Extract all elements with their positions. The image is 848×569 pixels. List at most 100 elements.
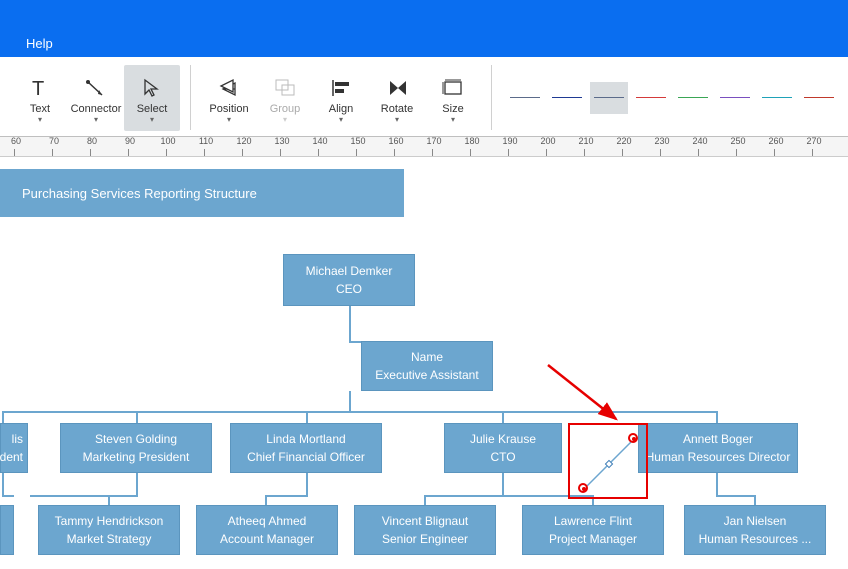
- connector-line[interactable]: [2, 411, 4, 423]
- node-name: Steven Golding: [95, 430, 177, 448]
- annotation-arrow: [540, 357, 640, 437]
- node-role: Senior Engineer: [382, 530, 468, 548]
- connector-line[interactable]: [306, 411, 308, 423]
- menu-help[interactable]: Help: [26, 36, 53, 51]
- connector-line[interactable]: [424, 495, 426, 505]
- diagram-canvas[interactable]: Purchasing Services Reporting Structure …: [0, 157, 848, 569]
- select-tool[interactable]: Select ▾: [124, 65, 180, 131]
- node-name: Lawrence Flint: [554, 512, 632, 530]
- node-role: Account Manager: [220, 530, 314, 548]
- node-name: lis: [12, 430, 23, 448]
- line-style-swatch[interactable]: [506, 82, 544, 114]
- connector-line[interactable]: [716, 495, 756, 497]
- org-node-cfo[interactable]: Linda Mortland Chief Financial Officer: [230, 423, 382, 473]
- align-icon: [329, 73, 353, 103]
- org-node-ea[interactable]: Name Executive Assistant: [361, 341, 493, 391]
- node-name: Annett Boger: [683, 430, 753, 448]
- group-icon: [273, 73, 297, 103]
- node-role: Executive Assistant: [375, 366, 478, 384]
- chevron-down-icon: ▾: [283, 117, 287, 123]
- size-tool[interactable]: Size ▾: [425, 65, 481, 131]
- position-icon: [217, 73, 241, 103]
- node-role: Market Strategy: [67, 530, 152, 548]
- org-node-market-strategy[interactable]: Tammy Hendrickson Market Strategy: [38, 505, 180, 555]
- chevron-down-icon: ▾: [150, 117, 154, 123]
- node-name: Linda Mortland: [266, 430, 345, 448]
- line-style-swatch[interactable]: [716, 82, 754, 114]
- node-role: CEO: [336, 280, 362, 298]
- connector-line[interactable]: [349, 341, 361, 343]
- align-tool[interactable]: Align ▾: [313, 65, 369, 131]
- diagram-title-block[interactable]: Purchasing Services Reporting Structure: [0, 169, 404, 217]
- org-node-account-manager[interactable]: Atheeq Ahmed Account Manager: [196, 505, 338, 555]
- org-node-marketing[interactable]: Steven Golding Marketing President: [60, 423, 212, 473]
- connector-tool-label: Connector: [71, 103, 122, 115]
- text-tool[interactable]: T Text ▾: [12, 65, 68, 131]
- node-role: Project Manager: [549, 530, 637, 548]
- group-tool: Group ▾: [257, 65, 313, 131]
- svg-text:T: T: [32, 78, 44, 99]
- chevron-down-icon: ▾: [395, 117, 399, 123]
- node-role: dent: [0, 448, 23, 466]
- org-node-hr[interactable]: Annett Boger Human Resources Director: [638, 423, 798, 473]
- connector-endpoint[interactable]: [578, 483, 588, 493]
- size-tool-label: Size: [442, 103, 463, 115]
- connector-line[interactable]: [136, 473, 138, 497]
- line-style-swatch[interactable]: [800, 82, 838, 114]
- size-icon: [441, 73, 465, 103]
- chevron-down-icon: ▾: [38, 117, 42, 123]
- connector-line[interactable]: [265, 495, 267, 505]
- diagram-title: Purchasing Services Reporting Structure: [22, 186, 257, 201]
- org-node-ceo[interactable]: Michael Demker CEO: [283, 254, 415, 306]
- connector-tool[interactable]: Connector ▾: [68, 65, 124, 131]
- position-tool[interactable]: Position ▾: [201, 65, 257, 131]
- node-name: Michael Demker: [306, 262, 393, 280]
- chevron-down-icon: ▾: [339, 117, 343, 123]
- node-role: Chief Financial Officer: [247, 448, 365, 466]
- connector-line[interactable]: [136, 411, 138, 423]
- select-tool-label: Select: [137, 103, 168, 115]
- connector-line[interactable]: [502, 411, 504, 423]
- ribbon: T Text ▾ Connector ▾ Select ▾ Position ▾…: [0, 57, 848, 137]
- chevron-down-icon: ▾: [94, 117, 98, 123]
- node-name: Name: [411, 348, 443, 366]
- org-node-project-manager[interactable]: Lawrence Flint Project Manager: [522, 505, 664, 555]
- chevron-down-icon: ▾: [451, 117, 455, 123]
- node-name: Julie Krause: [470, 430, 536, 448]
- org-node-partial[interactable]: lis dent: [0, 423, 28, 473]
- cursor-icon: [141, 73, 163, 103]
- connector-line[interactable]: [716, 473, 718, 497]
- separator: [491, 65, 492, 130]
- connector-line[interactable]: [306, 473, 308, 497]
- line-style-swatch[interactable]: [674, 82, 712, 114]
- connector-line[interactable]: [2, 473, 4, 497]
- separator: [190, 65, 191, 130]
- node-role: Human Resources ...: [699, 530, 812, 548]
- org-node-senior-engineer[interactable]: Vincent Blignaut Senior Engineer: [354, 505, 496, 555]
- line-style-swatch[interactable]: [590, 82, 628, 114]
- connector-line[interactable]: [754, 495, 756, 505]
- org-node-partial-2[interactable]: [0, 505, 14, 555]
- menubar: Help: [0, 0, 848, 57]
- position-tool-label: Position: [209, 103, 248, 115]
- line-style-swatch[interactable]: [632, 82, 670, 114]
- rotate-tool[interactable]: Rotate ▾: [369, 65, 425, 131]
- rotate-tool-label: Rotate: [381, 103, 413, 115]
- connector-line[interactable]: [108, 495, 110, 505]
- connector-line[interactable]: [716, 411, 718, 423]
- chevron-down-icon: ▾: [227, 117, 231, 123]
- connector-line[interactable]: [30, 495, 138, 497]
- connector-line[interactable]: [2, 495, 14, 497]
- org-node-hr2[interactable]: Jan Nielsen Human Resources ...: [684, 505, 826, 555]
- connector-line[interactable]: [502, 473, 504, 497]
- line-style-swatch[interactable]: [548, 82, 586, 114]
- node-name: Vincent Blignaut: [382, 512, 469, 530]
- line-style-swatch[interactable]: [758, 82, 796, 114]
- node-name: Tammy Hendrickson: [55, 512, 164, 530]
- connector-line[interactable]: [349, 391, 351, 411]
- horizontal-ruler: 6070809010011012013014015016017018019020…: [0, 137, 848, 157]
- node-name: Jan Nielsen: [724, 512, 787, 530]
- connector-line[interactable]: [349, 306, 351, 341]
- connector-line[interactable]: [265, 495, 308, 497]
- node-role: Human Resources Director: [646, 448, 791, 466]
